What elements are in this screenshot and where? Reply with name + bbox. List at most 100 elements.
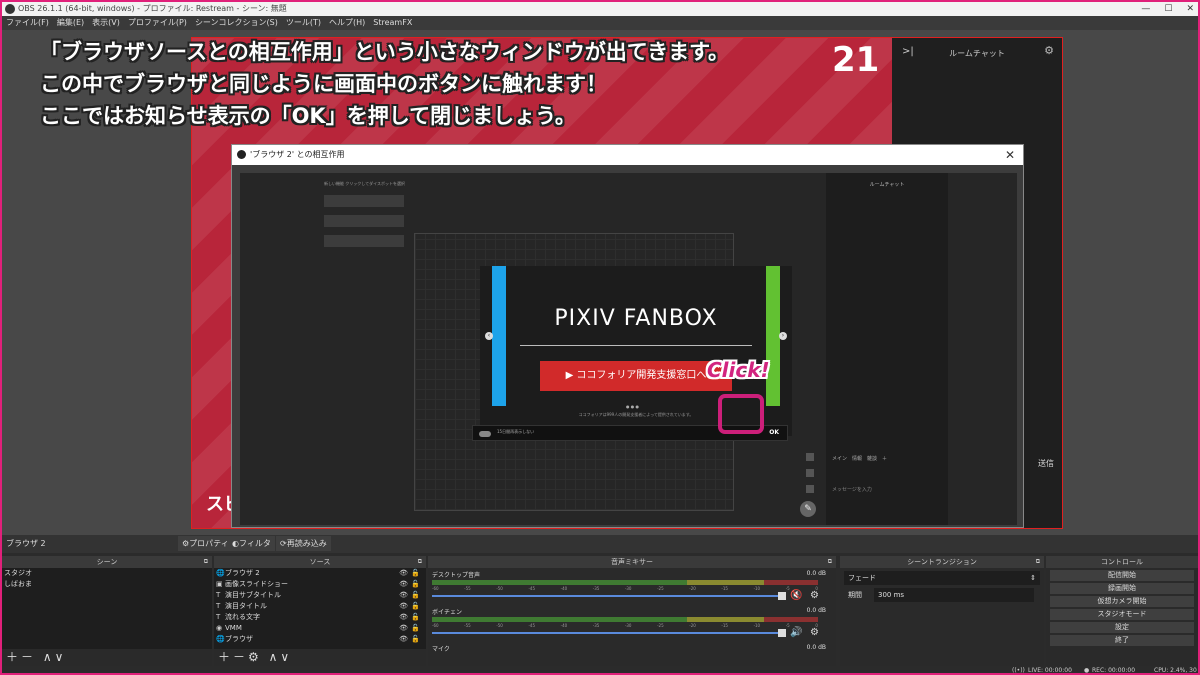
menu-help[interactable]: ヘルプ(H) bbox=[325, 16, 369, 30]
eye-icon[interactable]: 👁 bbox=[399, 612, 408, 623]
text-icon: T bbox=[216, 591, 221, 599]
capture-icon: ◉ bbox=[216, 624, 223, 632]
chat-tabs[interactable]: メイン 情報 雑談 ＋ bbox=[832, 455, 887, 462]
scale-tick: -30 bbox=[624, 623, 632, 628]
undock-icon[interactable]: ⧉ bbox=[1036, 556, 1040, 568]
window-title: OBS 26.1.1 (64-bit, windows) - プロファイル: R… bbox=[18, 4, 287, 13]
menu-profile[interactable]: プロファイル(P) bbox=[124, 16, 191, 30]
sources-title: ソース bbox=[309, 558, 331, 566]
speaker-icon[interactable]: 🔊 bbox=[790, 627, 802, 638]
source-item[interactable]: ◉ VMM 👁 🔓 bbox=[214, 623, 426, 634]
volume-slider[interactable] bbox=[432, 632, 784, 634]
support-link-button[interactable]: ▶ ココフォリア開発支援窓口へ bbox=[540, 361, 732, 391]
character-card[interactable] bbox=[324, 235, 404, 247]
settings-button[interactable]: 設定 bbox=[1050, 622, 1194, 633]
carousel-dots[interactable]: ● ● ● bbox=[626, 404, 639, 409]
eye-icon[interactable]: 👁 bbox=[399, 623, 408, 634]
minimize-button[interactable]: — bbox=[1141, 2, 1150, 16]
reload-button[interactable]: ⟳再読み込み bbox=[276, 536, 331, 551]
obs-window: OBS 26.1.1 (64-bit, windows) - プロファイル: R… bbox=[0, 0, 1200, 675]
eye-icon[interactable]: 👁 bbox=[399, 568, 408, 579]
source-item[interactable]: ▣ 画像スライドショー 👁 🔓 bbox=[214, 579, 426, 590]
track-name: マイク bbox=[432, 646, 450, 653]
undock-icon[interactable]: ⧉ bbox=[418, 556, 422, 568]
character-card[interactable] bbox=[324, 215, 404, 227]
pen-icon[interactable]: ✎ bbox=[800, 501, 816, 517]
volume-slider[interactable] bbox=[432, 595, 784, 597]
fanbox-logo: PIXIV FANBOX bbox=[554, 306, 718, 331]
eye-icon[interactable]: 👁 bbox=[399, 634, 408, 645]
source-item[interactable]: T 流れる文字 👁 🔓 bbox=[214, 612, 426, 623]
undock-icon[interactable]: ⧉ bbox=[204, 556, 208, 568]
scene-controls[interactable]: ＋－ ∧∨ bbox=[2, 649, 212, 665]
filters-button[interactable]: ◐フィルタ bbox=[228, 536, 275, 551]
eye-icon[interactable]: 👁 bbox=[399, 590, 408, 601]
lock-icon[interactable]: 🔓 bbox=[411, 590, 420, 601]
track-name: デスクトップ音声 bbox=[432, 572, 481, 579]
chat-input[interactable]: メッセージを入力 bbox=[832, 486, 872, 493]
browser-view[interactable]: 新しい機能 クリックしてダイスボットを選択 ルームチャット メイン 情報 雑談 … bbox=[240, 173, 1017, 525]
slider-handle[interactable] bbox=[778, 629, 786, 637]
lock-icon[interactable]: 🔓 bbox=[411, 601, 420, 612]
chevron-updown-icon: ⇕ bbox=[1030, 574, 1036, 582]
start-virtual-camera-button[interactable]: 仮想カメラ開始 bbox=[1050, 596, 1194, 607]
source-item[interactable]: T 演目サブタイトル 👁 🔓 bbox=[214, 590, 426, 601]
menu-streamfx[interactable]: StreamFX bbox=[369, 16, 416, 30]
tool-column bbox=[806, 453, 816, 501]
menu-edit[interactable]: 編集(E) bbox=[53, 16, 88, 30]
scale-tick: -40 bbox=[560, 623, 568, 628]
lock-icon[interactable]: 🔓 bbox=[411, 579, 420, 590]
slider-handle[interactable] bbox=[778, 592, 786, 600]
lock-icon[interactable]: 🔓 bbox=[411, 568, 420, 579]
prev-arrow-icon[interactable]: ‹ bbox=[485, 332, 493, 340]
studio-mode-button[interactable]: スタジオモード bbox=[1050, 609, 1194, 620]
lock-icon[interactable]: 🔓 bbox=[411, 634, 420, 645]
menu-file[interactable]: ファイル(F) bbox=[2, 16, 53, 30]
meter-scale: -60 -55 -50 -45 -40 -35 -30 -25 -20 -15 -10 -5 0 bbox=[432, 586, 818, 591]
gear-icon[interactable]: ⚙ bbox=[810, 590, 819, 601]
meter-scale: -60 -55 -50 -45 -40 -35 -30 -25 -20 -15 -10 -5 0 bbox=[432, 623, 818, 628]
track-name: ボイチェン bbox=[432, 609, 463, 616]
sources-dock: ソース ⧉ 🌐ブラウザ 2 👁 🔓 ▣ 画像スライドショー 👁 🔓 T 演目サブタイトル 👁 🔓 … bbox=[214, 556, 426, 667]
mute-icon[interactable]: 🔇 bbox=[790, 590, 802, 601]
caption-line-2: この中でブラウザと同じように画面中のボタンに触れます！ bbox=[40, 72, 607, 96]
maximize-button[interactable]: ☐ bbox=[1164, 2, 1172, 16]
eye-icon[interactable]: 👁 bbox=[399, 579, 408, 590]
next-arrow-icon[interactable]: › bbox=[779, 332, 787, 340]
scene-item[interactable]: しばおま bbox=[2, 579, 212, 590]
text-tool-icon[interactable] bbox=[806, 469, 814, 477]
source-item[interactable]: 🌐ブラウザ 2 👁 🔓 bbox=[214, 568, 426, 579]
scale-tick: -25 bbox=[657, 623, 664, 628]
properties-button[interactable]: ⚙プロパティ bbox=[178, 536, 233, 551]
text-icon: T bbox=[216, 613, 221, 621]
start-recording-button[interactable]: 録画開始 bbox=[1050, 583, 1194, 594]
browser-interact-dialog: 'ブラウザ 2' との相互作用 ✕ 新しい機能 クリックしてダイスボットを選択 … bbox=[231, 144, 1024, 528]
hide-toggle[interactable] bbox=[479, 431, 491, 437]
lock-icon[interactable]: 🔓 bbox=[411, 623, 420, 634]
source-item[interactable]: T 演目タイトル 👁 🔓 bbox=[214, 601, 426, 612]
source-controls[interactable]: ＋－⚙ ∧∨ bbox=[214, 649, 426, 665]
duration-label: 期間 bbox=[848, 591, 862, 599]
undock-icon[interactable]: ⧉ bbox=[828, 556, 832, 568]
lock-icon[interactable]: 🔓 bbox=[411, 612, 420, 623]
transition-select[interactable]: フェード ⇕ bbox=[844, 571, 1040, 585]
exit-button[interactable]: 終了 bbox=[1050, 635, 1194, 646]
character-card[interactable] bbox=[324, 195, 404, 207]
zoom-icon[interactable] bbox=[806, 453, 814, 461]
eye-icon[interactable]: 👁 bbox=[399, 601, 408, 612]
scene-item[interactable]: スタジオ bbox=[2, 568, 212, 579]
dialog-close-button[interactable]: ✕ bbox=[1005, 145, 1015, 165]
ok-button[interactable]: OK bbox=[769, 429, 779, 436]
track-db: 0.0 dB bbox=[806, 607, 826, 614]
menu-view[interactable]: 表示(V) bbox=[88, 16, 124, 30]
duration-input[interactable]: 300 ms bbox=[874, 588, 1034, 602]
source-item[interactable]: 🌐ブラウザ 👁 🔓 bbox=[214, 634, 426, 645]
menu-tools[interactable]: ツール(T) bbox=[282, 16, 325, 30]
start-streaming-button[interactable]: 配信開始 bbox=[1050, 570, 1194, 581]
volume-meter bbox=[432, 617, 818, 622]
obs-app-icon bbox=[5, 4, 15, 14]
zoom-out-icon[interactable] bbox=[806, 485, 814, 493]
gear-icon[interactable]: ⚙ bbox=[810, 627, 819, 638]
close-button[interactable]: ✕ bbox=[1186, 2, 1194, 16]
menu-scene-collection[interactable]: シーンコレクション(S) bbox=[191, 16, 282, 30]
